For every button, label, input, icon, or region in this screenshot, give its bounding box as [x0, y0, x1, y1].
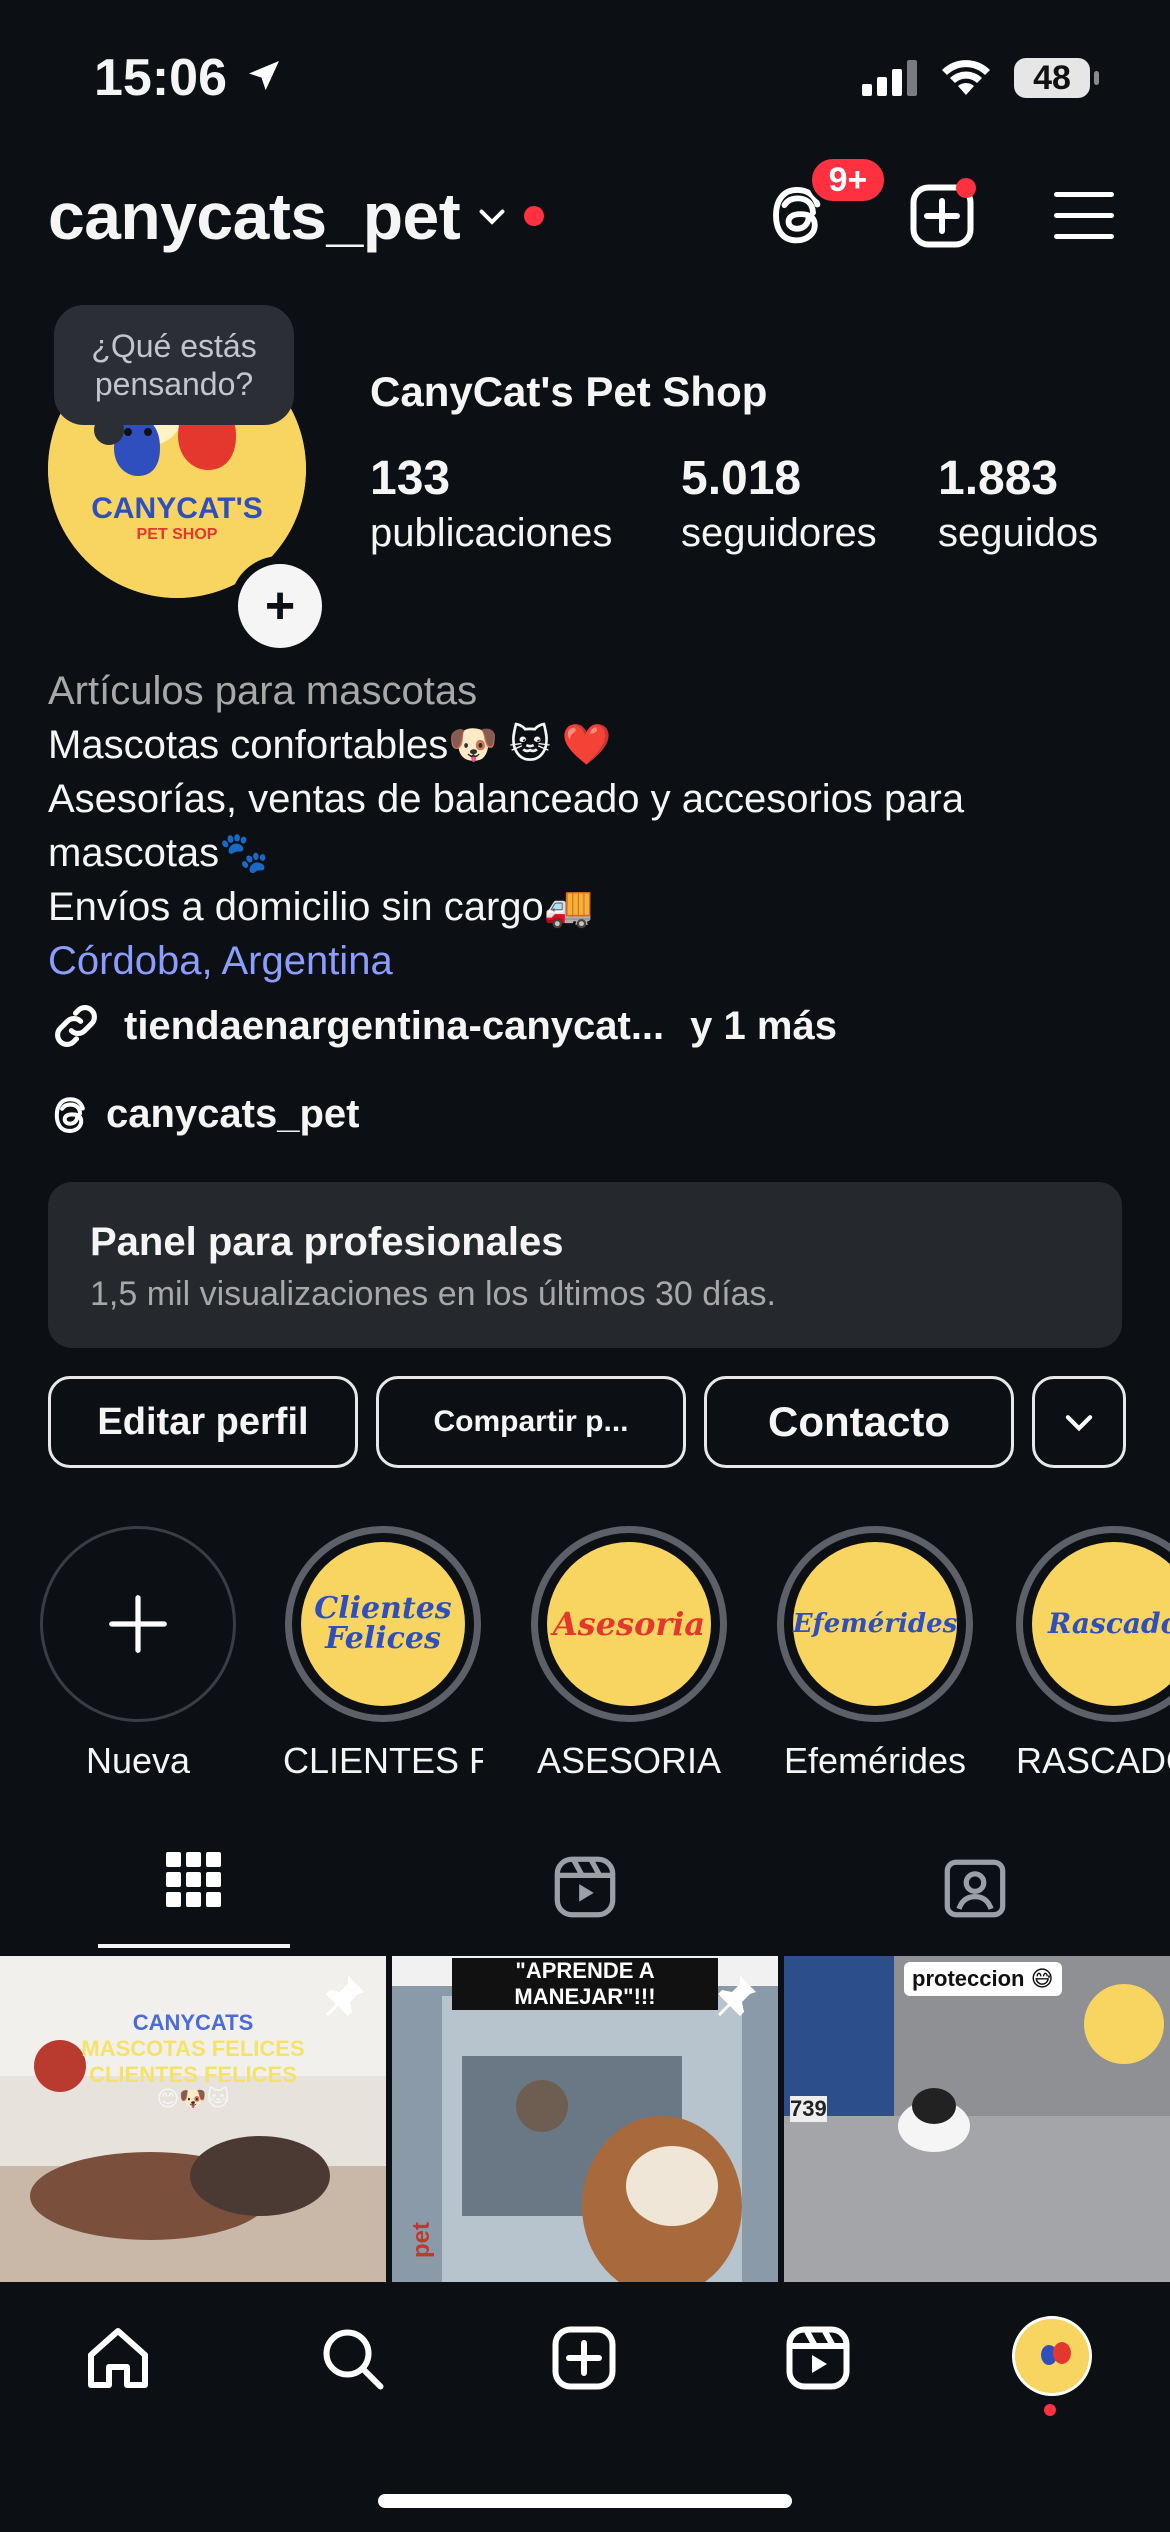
professional-dashboard[interactable]: Panel para profesionales 1,5 mil visuali…	[48, 1182, 1122, 1348]
chevron-down-icon	[474, 198, 510, 234]
highlight-cover: Clientes Felices	[301, 1542, 465, 1706]
highlight-label: CLIENTES F...	[283, 1740, 483, 1781]
display-name: CanyCat's Pet Shop	[370, 368, 768, 415]
dashboard-title: Panel para profesionales	[90, 1220, 564, 1264]
post-caption: CLIENTES FELICES	[89, 2062, 297, 2087]
active-tab-indicator	[98, 1944, 290, 1948]
profile-bio: Artículos para mascotas Mascotas confort…	[48, 664, 1128, 988]
notification-dot	[524, 206, 545, 226]
nav-create-icon[interactable]	[548, 2322, 620, 2394]
post-thumbnail[interactable]: CANYCATS MASCOTAS FELICES CLIENTES FELIC…	[0, 1956, 386, 2282]
notifications-badge: 9+	[808, 155, 888, 205]
home-indicator[interactable]	[378, 2494, 792, 2508]
website-link-more: y 1 más	[690, 1003, 837, 1048]
profile-actions: Editar perfil Compartir p... Contacto	[48, 1376, 1126, 1468]
post-caption: "APRENDE A MANEJAR"!!!	[452, 1958, 718, 2010]
share-profile-button[interactable]: Compartir p...	[376, 1376, 686, 1468]
stat-posts-value: 133	[370, 452, 451, 505]
avatar-brand-text: CANYCAT'S	[91, 492, 263, 525]
threads-handle: canycats_pet	[106, 1092, 360, 1136]
highlight-ring: Efemérides	[777, 1526, 973, 1722]
hamburger-menu-icon[interactable]	[1052, 188, 1116, 244]
pin-icon	[712, 1972, 760, 2020]
nav-reels-icon[interactable]	[782, 2322, 854, 2394]
website-link-text: tiendaenargentina-canycat...	[124, 1003, 665, 1048]
stat-posts[interactable]: 133 publicaciones	[370, 452, 612, 560]
create-notification-dot	[956, 178, 976, 198]
highlight-label: Nueva	[85, 1740, 191, 1781]
bio-line: Asesorías, ventas de balanceado y acceso…	[48, 777, 965, 875]
tooltip-text: ¿Qué estás pensando?	[91, 328, 257, 402]
highlight-ring: Asesoria	[531, 1526, 727, 1722]
highlight-asesoria[interactable]: Asesoria ASESORIA	[529, 1526, 729, 1782]
highlight-label: ASESORIA	[536, 1740, 722, 1781]
bio-category: Artículos para mascotas	[48, 669, 478, 713]
nav-profile-avatar[interactable]	[1012, 2316, 1092, 2396]
highlight-label: RASCADO	[1016, 1740, 1170, 1781]
post-caption: proteccion 😅	[904, 1962, 1062, 1996]
add-story-button[interactable]: +	[230, 556, 330, 656]
suggestions-toggle-button[interactable]	[1032, 1376, 1126, 1468]
stat-followers[interactable]: 5.018 seguidores	[681, 452, 877, 560]
highlight-rascador[interactable]: Rascador RASCADO	[1016, 1526, 1170, 1782]
bio-location-link[interactable]: Córdoba, Argentina	[48, 934, 1128, 988]
bio-line: Mascotas confortables🐶 🐱 ❤️	[48, 723, 612, 767]
post-caption: pet	[408, 2222, 435, 2258]
nav-search-icon[interactable]	[316, 2322, 388, 2394]
status-icons: 48	[862, 58, 1099, 98]
profile-notification-dot	[1044, 2404, 1056, 2416]
highlight-ring: Rascador	[1016, 1526, 1170, 1722]
highlight-efemerides[interactable]: Efemérides Efemérides	[775, 1526, 975, 1782]
username-label: canycats_pet	[48, 179, 461, 253]
highlight-clientes[interactable]: Clientes Felices CLIENTES F...	[283, 1526, 483, 1782]
wifi-icon	[940, 59, 992, 97]
highlight-ring: Clientes Felices	[285, 1526, 481, 1722]
website-link[interactable]: tiendaenargentina-canycat... y 1 más	[48, 998, 837, 1054]
tab-posts-grid-icon[interactable]	[166, 1852, 222, 1908]
tab-reels-icon[interactable]	[550, 1852, 620, 1922]
note-tooltip[interactable]: ¿Qué estás pensando?	[54, 305, 294, 445]
dashboard-subtitle: 1,5 mil visualizaciones en los últimos 3…	[90, 1275, 776, 1313]
username-switcher[interactable]: canycats_pet	[48, 178, 545, 254]
stat-posts-label: publicaciones	[370, 511, 613, 555]
highlight-cover: Asesoria	[547, 1542, 711, 1706]
bio-line: Envíos a domicilio sin cargo🚚	[48, 885, 594, 929]
post-caption: 😊🐶🐱	[156, 2086, 230, 2111]
edit-profile-button[interactable]: Editar perfil	[48, 1376, 358, 1468]
pin-icon	[320, 1972, 368, 2020]
threads-profile-link[interactable]: canycats_pet	[48, 1092, 359, 1137]
plus-icon: +	[264, 577, 296, 635]
stat-followers-label: seguidores	[681, 511, 877, 555]
battery-icon: 48	[1014, 58, 1099, 98]
highlight-label: Efemérides	[783, 1740, 967, 1781]
post-thumbnail[interactable]: proteccion 😅 739	[784, 1956, 1170, 2282]
cellular-signal-icon	[862, 60, 918, 96]
highlight-new[interactable]: Nueva	[38, 1526, 238, 1782]
highlight-cover: Rascador	[1032, 1542, 1170, 1706]
tab-tagged-icon[interactable]	[940, 1852, 1010, 1922]
stat-followers-value: 5.018	[681, 452, 802, 505]
link-icon	[48, 998, 104, 1054]
threads-small-icon	[48, 1093, 92, 1137]
contact-button[interactable]: Contacto	[704, 1376, 1014, 1468]
highlight-new-ring	[40, 1526, 236, 1722]
stat-following-value: 1.883	[938, 452, 1059, 505]
stat-following[interactable]: 1.883 seguidos	[938, 452, 1098, 560]
status-time: 15:06	[94, 49, 227, 107]
chevron-down-icon	[1060, 1403, 1098, 1441]
post-caption: MASCOTAS FELICES	[81, 2036, 305, 2061]
stat-following-label: seguidos	[938, 511, 1099, 555]
post-caption: 739	[790, 2096, 827, 2122]
highlight-cover: Efemérides	[793, 1542, 957, 1706]
nav-home-icon[interactable]	[82, 2322, 154, 2394]
avatar-sub-text: PET SHOP	[136, 526, 218, 543]
plus-icon	[103, 1589, 173, 1659]
post-thumbnail[interactable]: "APRENDE A MANEJAR"!!! pet	[392, 1956, 778, 2282]
location-arrow-icon	[244, 56, 284, 96]
